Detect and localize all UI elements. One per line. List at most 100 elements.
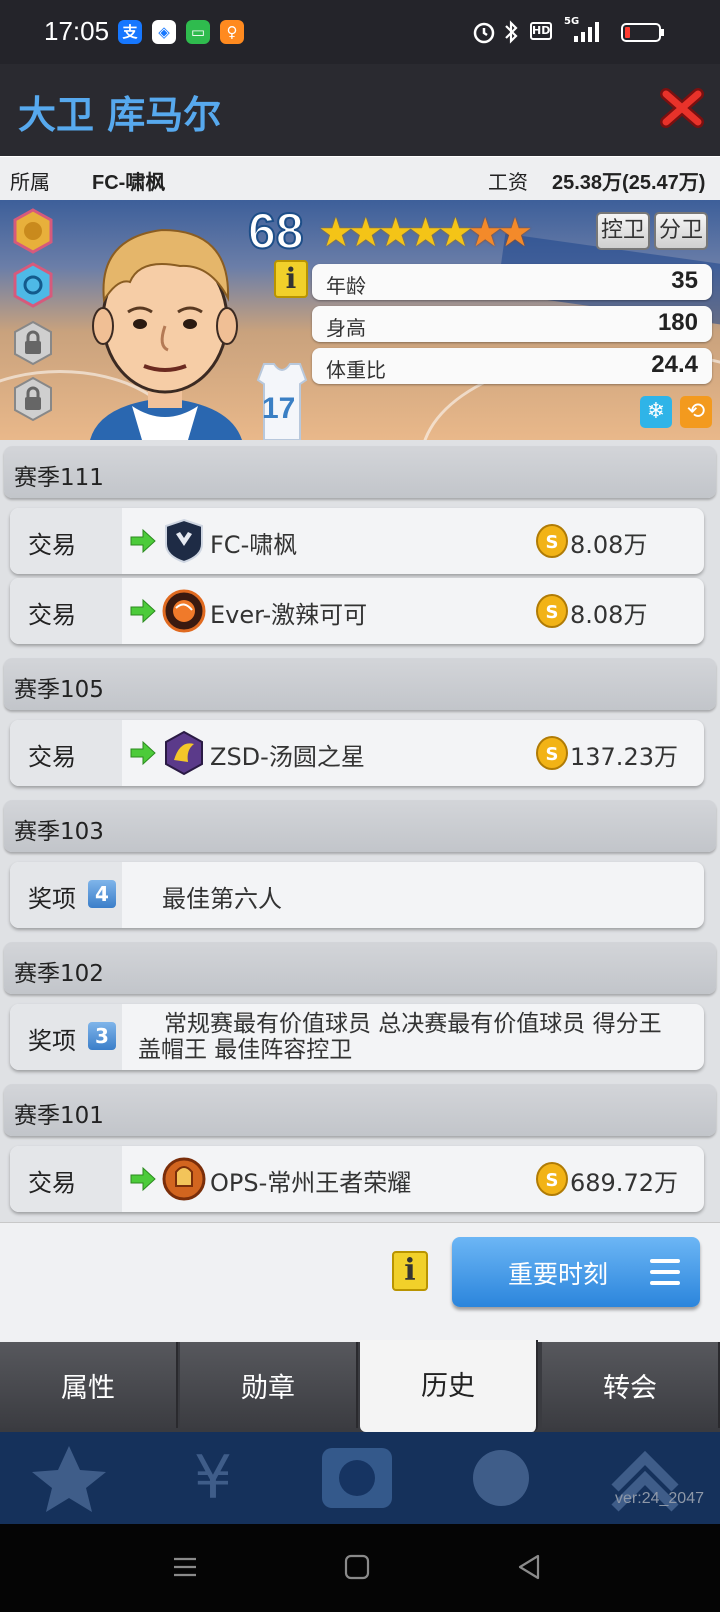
svg-text:¥: ¥ [194,1443,232,1513]
salary-value: 25.38万(25.47万) [552,172,706,194]
recent-apps-icon[interactable] [172,1554,198,1580]
back-icon[interactable] [516,1554,542,1580]
team-logo-icon [165,518,203,564]
position-tag-sg[interactable]: 分卫 [654,212,708,250]
star-icon: ★ [467,210,503,256]
coin-icon: S [536,594,568,628]
menu-icon [650,1259,680,1287]
season-header: 赛季102 [4,942,716,994]
alipay-icon: 支 [118,20,142,44]
game-bottom-nav: ¥ ver:24_2047 [0,1432,720,1524]
signal-icon [574,22,599,42]
entry-type: 交易 [28,601,76,629]
history-list[interactable]: 赛季111 交易 FC-啸枫 S 8.08万 交易 Ever-激辣可可 S 8.… [0,440,720,1222]
history-entry[interactable]: 交易 OPS-常州王者荣耀 S 689.72万 [10,1146,704,1212]
close-icon[interactable] [660,86,704,130]
title-bar: 大卫 库马尔 [0,64,720,156]
history-entry[interactable]: 奖项 3 常规赛最有价值球员 总决赛最有价值球员 得分王 盖帽王 最佳阵容控卫 [10,1004,704,1070]
entry-type: 交易 [28,743,76,771]
history-entry[interactable]: 交易 ZSD-汤圆之星 S 137.23万 [10,720,704,786]
player-rating: 68 [247,202,305,260]
club-label: 所属 [10,170,50,194]
season-label: 赛季105 [14,677,104,703]
star-icon: ★ [497,210,533,256]
entry-type: 奖项 [28,885,76,913]
arrow-right-icon [130,598,156,624]
status-time: 17:05 [44,16,110,46]
home-icon[interactable] [344,1554,370,1580]
stat-label: 体重比 [326,358,386,382]
club-salary-row: 所属 FC-啸枫 工资 25.38万(25.47万) [0,156,720,200]
arrow-right-icon [130,740,156,766]
stat-value: 35 [671,267,698,294]
stat-value: 24.4 [651,351,698,378]
season-label: 赛季111 [14,465,104,491]
stat-value: 180 [657,309,698,336]
team-logo-icon [165,730,203,776]
key-moments-button[interactable]: 重要时刻 [452,1237,700,1307]
tab-label: 历史 [421,1371,475,1402]
tab-transfer[interactable]: 转会 [542,1342,720,1428]
browser-icon: ◈ [152,20,176,44]
arrow-right-icon [130,528,156,554]
blue-medal-icon [13,262,53,308]
action-panel: i 重要时刻 [0,1222,720,1342]
wechat-icon: ▭ [186,20,210,44]
home-nav-icon [322,1448,392,1508]
star-nav-icon [32,1446,106,1512]
star-icon: ★ [377,210,414,256]
star-icon: ★ [407,210,444,256]
svg-text:S: S [546,744,559,765]
alarm-icon [473,22,495,44]
season-label: 赛季103 [14,819,104,845]
stat-age: 年龄 35 [312,264,712,300]
stat-weight-ratio: 体重比 24.4 [312,348,712,384]
team-name: FC-啸枫 [210,531,298,559]
globe-nav-icon [473,1450,529,1506]
snowflake-icon[interactable]: ❄ [640,396,672,428]
history-entry[interactable]: 奖项 4 最佳第六人 [10,862,704,928]
refresh-icon[interactable]: ⟲ [680,396,712,428]
lock-icon [14,320,52,366]
season-header: 赛季101 [4,1084,716,1136]
coin-icon: S [536,736,568,770]
status-bar: 17:05 支 ◈ ▭ ♀ HD 5G [0,0,720,64]
info-icon[interactable]: i [274,260,308,298]
ticket-app-icon: ♀ [220,20,244,44]
version-label: ver:24_2047 [615,1490,704,1507]
system-nav-bar [0,1524,720,1612]
club-name: FC-啸枫 [92,172,166,194]
tab-label: 属性 [61,1373,115,1404]
entry-type: 奖项 [28,1027,76,1055]
team-name: Ever-激辣可可 [210,601,368,629]
position-tag-pg[interactable]: 控卫 [596,212,650,250]
stat-height: 身高 180 [312,306,712,342]
svg-text:S: S [546,532,559,553]
svg-text:S: S [546,602,559,623]
award-count-badge: 3 [88,1022,116,1050]
tab-attributes[interactable]: 属性 [0,1342,178,1428]
star-icon: ★ [437,210,473,256]
coin-icon: S [536,524,568,558]
svg-text:S: S [546,1170,559,1191]
entry-type: 交易 [28,531,76,559]
award-text: 常规赛最有价值球员 总决赛最有价值球员 得分王 盖帽王 最佳阵容控卫 [138,1011,662,1063]
coin-icon: S [536,1162,568,1196]
season-label: 赛季101 [14,1103,104,1129]
jersey-number: 17 [262,392,296,425]
tab-medals[interactable]: 勋章 [180,1342,358,1428]
history-entry[interactable]: 交易 Ever-激辣可可 S 8.08万 [10,578,704,644]
season-header: 赛季111 [4,446,716,498]
lock-icon [14,376,52,422]
info-icon[interactable]: i [392,1251,428,1291]
stat-label: 年龄 [326,274,366,298]
award-text: 最佳第六人 [162,885,282,913]
season-header: 赛季103 [4,800,716,852]
history-entry[interactable]: 交易 FC-啸枫 S 8.08万 [10,508,704,574]
star-rating: ★★★★★★★ [318,210,533,256]
salary-label: 工资 [488,170,528,194]
tab-label: 转会 [603,1373,657,1404]
star-icon: ★ [347,210,384,256]
currency-nav-icon: ¥ [194,1443,232,1513]
tab-history[interactable]: 历史 [360,1340,538,1432]
